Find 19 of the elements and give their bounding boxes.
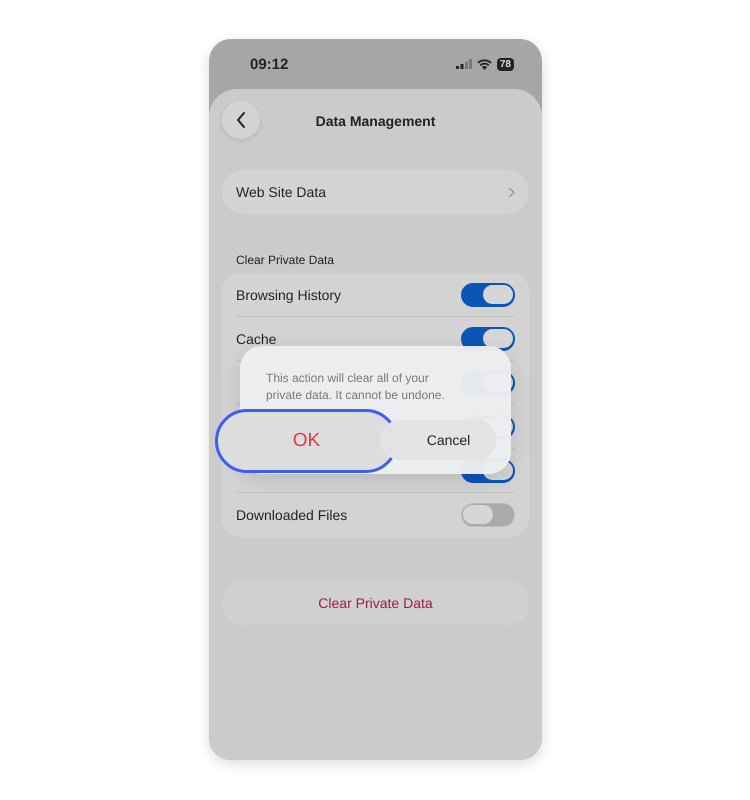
status-time: 09:12 [250, 56, 288, 72]
back-button[interactable] [222, 101, 260, 139]
setting-label: Cache [236, 330, 276, 346]
toggle-switch[interactable] [461, 282, 515, 306]
item-label: Web Site Data [236, 184, 326, 200]
wifi-icon [476, 58, 492, 70]
toggle-switch[interactable] [461, 503, 515, 527]
chevron-icon [508, 186, 515, 198]
clear-data-button[interactable]: Clear Private Data [222, 581, 529, 625]
signal-icon [456, 59, 472, 69]
back-icon [236, 112, 246, 128]
setting-label: Browsing History [236, 286, 342, 302]
list-item[interactable]: Web Site Data [222, 170, 529, 214]
section-title: Clear Private Data [236, 253, 336, 267]
alert-message: This action will clear all of your private data. It cannot be undone. [266, 370, 446, 404]
battery-level: 78 [496, 58, 514, 70]
cancel-button[interactable]: Cancel [380, 420, 497, 460]
setting-label: Downloaded Files [236, 507, 348, 523]
page-title: Data Management [316, 113, 436, 129]
